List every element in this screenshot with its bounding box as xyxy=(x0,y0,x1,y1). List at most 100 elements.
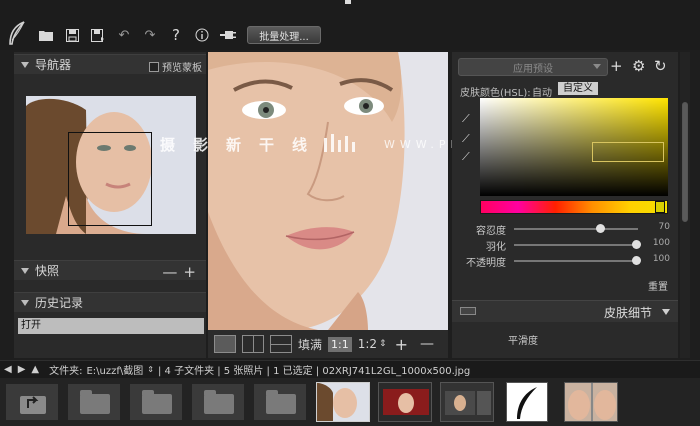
fill-view-button[interactable]: 填满 xyxy=(298,336,322,353)
preview-mask-label: 预览蒙板 xyxy=(162,63,202,74)
photo-thumbnail[interactable] xyxy=(378,382,432,422)
eyedropper-minus-icon[interactable]: ⟋ xyxy=(462,150,476,164)
folder-item[interactable] xyxy=(192,384,244,420)
eyedropper-plus-icon[interactable]: ⟋ xyxy=(462,132,476,146)
up-folder-icon xyxy=(20,396,46,414)
tolerance-slider[interactable]: 容忍度 70 xyxy=(452,222,678,237)
image-preview[interactable] xyxy=(208,52,448,330)
folder-item[interactable] xyxy=(254,384,306,420)
folder-icon xyxy=(266,390,296,414)
add-preset-icon[interactable]: + xyxy=(610,57,623,75)
snapshots-header[interactable]: 快照 —+ xyxy=(14,260,206,281)
zoom-stepper-icon[interactable]: ⇕ xyxy=(379,339,387,349)
zoom-in-button[interactable]: + xyxy=(395,335,408,354)
photo-thumbnail-selected[interactable] xyxy=(316,382,370,422)
gear-icon[interactable]: ⚙ xyxy=(632,57,645,75)
slider-handle[interactable] xyxy=(632,256,641,265)
save-icon[interactable] xyxy=(64,27,80,43)
up-arrow-icon[interactable]: ▲ xyxy=(31,364,41,375)
skin-color-picker[interactable] xyxy=(480,98,668,196)
hue-slider-handle[interactable] xyxy=(655,201,665,213)
feather-slider[interactable]: 羽化 100 xyxy=(452,238,678,253)
history-header[interactable]: 历史记录 xyxy=(14,292,206,312)
left-panel: 导航器 预览蒙板 快照 —+ 历史记录 打开 xyxy=(14,52,206,358)
hue-slider[interactable] xyxy=(480,200,668,214)
snapshots-title: 快照 xyxy=(35,264,60,278)
screenshot-thumbnail xyxy=(441,383,493,421)
feather-logo-thumbnail xyxy=(507,383,547,421)
filmstrip xyxy=(0,378,700,426)
portrait-preview-image xyxy=(208,52,448,330)
slider-track[interactable] xyxy=(514,260,638,262)
help-icon[interactable]: ? xyxy=(168,26,184,44)
parent-folder-item[interactable] xyxy=(6,384,58,420)
custom-mode-button[interactable]: 自定义 xyxy=(558,82,598,95)
refresh-icon[interactable]: ↻ xyxy=(654,57,667,75)
single-view-button[interactable] xyxy=(214,335,236,353)
navigator-view-rectangle[interactable] xyxy=(68,132,152,226)
watermark-text: 摄影新干线 xyxy=(160,136,326,154)
eyedropper-icon[interactable]: ⟋ xyxy=(462,112,476,126)
save-as-icon[interactable] xyxy=(90,27,106,43)
forward-arrow-icon[interactable]: ▶ xyxy=(18,364,28,375)
folder-path[interactable]: E:\uzzf\截图 xyxy=(86,362,143,377)
folder-icon xyxy=(142,390,172,414)
skin-detail-title: 皮肤细节 xyxy=(603,306,652,320)
add-snapshot-button[interactable]: + xyxy=(183,263,202,281)
navigator-title: 导航器 xyxy=(35,58,72,72)
zoom-1-1-button[interactable]: 1:1 xyxy=(328,336,352,352)
checkbox-icon xyxy=(149,61,159,72)
skin-detail-header[interactable]: 皮肤细节 xyxy=(452,300,678,322)
feather-label: 羽化 xyxy=(486,242,506,253)
photo-thumbnail[interactable] xyxy=(564,382,618,422)
slider-track[interactable] xyxy=(514,228,638,230)
reset-button[interactable]: 重置 xyxy=(648,278,668,293)
scrollbar-thumb[interactable] xyxy=(682,102,688,222)
folder-item[interactable] xyxy=(68,384,120,420)
collapse-arrow-icon xyxy=(662,309,670,315)
folder-item[interactable] xyxy=(130,384,182,420)
right-panel-scrollbar[interactable] xyxy=(680,52,690,358)
batch-process-button[interactable]: 批量处理... xyxy=(247,26,321,44)
folder-open-icon[interactable] xyxy=(38,27,54,43)
path-stepper-icon[interactable]: ⇕ xyxy=(147,365,154,374)
preset-placeholder: 应用预设 xyxy=(513,63,553,75)
remove-snapshot-button[interactable]: — xyxy=(162,263,183,281)
zoom-out-button[interactable]: — xyxy=(420,336,434,352)
view-toolbar: 填满 1:1 1:2 ⇕ + — xyxy=(208,330,448,358)
photo-thumbnail[interactable] xyxy=(440,382,494,422)
redo-icon[interactable]: ↷ xyxy=(142,27,158,43)
slider-handle[interactable] xyxy=(596,224,605,233)
skin-detail-toggle[interactable] xyxy=(460,307,476,315)
folder-icon xyxy=(80,390,110,414)
folder-info: | 4 子文件夹 | 5 张照片 | 1 已选定 | 02XRJ741L2GL_… xyxy=(157,366,471,377)
portrait-pair-thumbnail xyxy=(565,383,617,421)
color-selection-box[interactable] xyxy=(592,142,664,162)
photo-thumbnail[interactable] xyxy=(506,382,548,422)
split-vertical-view-button[interactable] xyxy=(242,335,264,353)
snapshot-controls: —+ xyxy=(162,263,202,281)
opacity-label: 不透明度 xyxy=(466,258,506,269)
slider-track[interactable] xyxy=(514,244,638,246)
slider-handle[interactable] xyxy=(632,240,641,249)
history-item-open[interactable]: 打开 xyxy=(18,318,204,334)
collapse-arrow-icon xyxy=(21,61,29,68)
info-icon[interactable] xyxy=(194,27,210,43)
preview-mask-checkbox[interactable]: 预览蒙板 xyxy=(149,59,202,74)
undo-icon[interactable]: ↶ xyxy=(116,27,132,43)
split-horizontal-view-button[interactable] xyxy=(270,335,292,353)
folder-icon xyxy=(204,390,234,414)
skin-color-hsl-label: 皮肤颜色(HSL): xyxy=(460,88,531,99)
auto-mode-button[interactable]: 自动 xyxy=(532,84,552,99)
portrait-thumbnail xyxy=(317,383,369,421)
feather-logo-icon xyxy=(9,21,25,45)
zoom-1-2-select[interactable]: 1:2 xyxy=(358,337,377,351)
apply-preset-select[interactable]: 应用预设 xyxy=(458,58,608,76)
plugin-icon[interactable] xyxy=(220,27,236,43)
back-arrow-icon[interactable]: ◀ xyxy=(4,364,14,375)
tolerance-label: 容忍度 xyxy=(476,226,506,237)
opacity-slider[interactable]: 不透明度 100 xyxy=(452,254,678,269)
navigator-header[interactable]: 导航器 预览蒙板 xyxy=(14,54,206,74)
top-marker xyxy=(345,0,351,4)
folder-label: 文件夹: xyxy=(49,366,83,377)
